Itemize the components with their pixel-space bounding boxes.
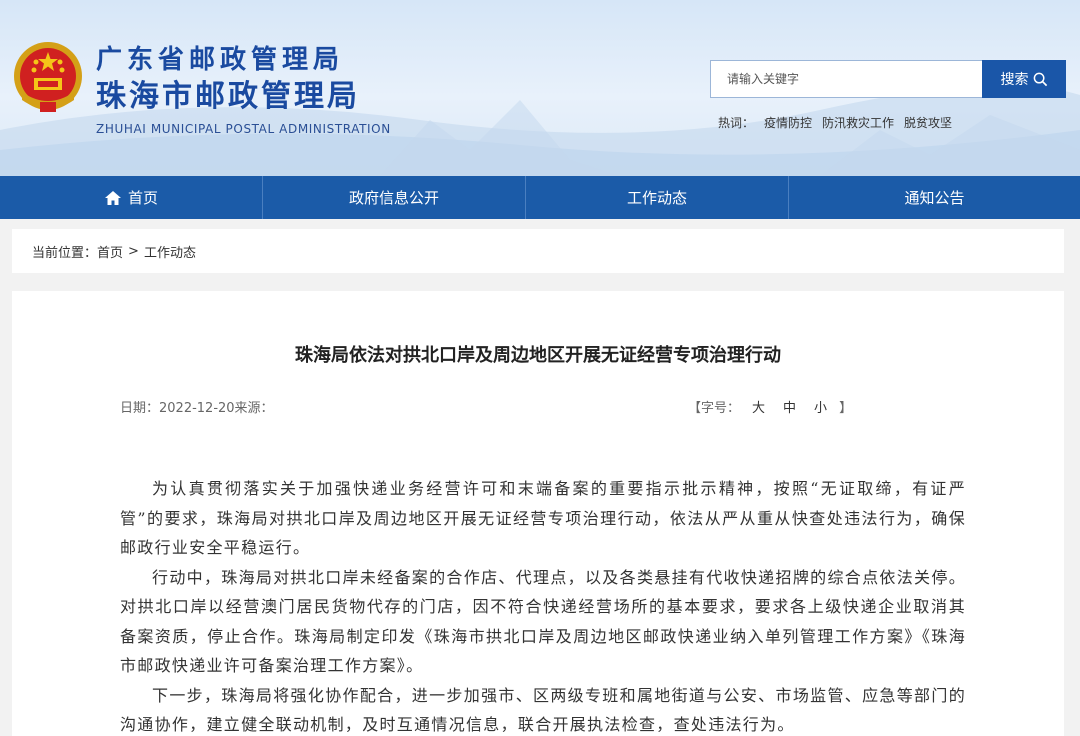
- font-size-small[interactable]: 小: [808, 397, 833, 416]
- article-paragraph: 下一步，珠海局将强化协作配合，进一步加强市、区两级专班和属地街道与公安、市场监管…: [120, 685, 966, 735]
- search-button[interactable]: 搜索: [982, 60, 1066, 98]
- breadcrumb-home-link[interactable]: 首页: [97, 242, 123, 261]
- site-header: 广东省邮政管理局 珠海市邮政管理局 ZHUHAI MUNICIPAL POSTA…: [0, 0, 1080, 176]
- font-size-large[interactable]: 大: [746, 397, 771, 416]
- article-panel: 珠海局依法对拱北口岸及周边地区开展无证经营专项治理行动 日期：2022-12-2…: [12, 291, 1064, 736]
- article-paragraph: 行动中，珠海局对拱北口岸未经备案的合作店、代理点，以及各类悬挂有代收快递招牌的综…: [120, 567, 966, 676]
- nav-item-gov-info[interactable]: 政府信息公开: [263, 176, 526, 219]
- hot-words: 热词： 疫情防控 防汛救灾工作 脱贫攻坚: [718, 114, 952, 131]
- font-size-medium[interactable]: 中: [777, 397, 802, 416]
- nav-item-label: 首页: [127, 189, 158, 207]
- breadcrumb-separator: >: [128, 243, 139, 259]
- nav-item-label: 政府信息公开: [348, 189, 439, 207]
- national-emblem-icon: [14, 42, 82, 112]
- nav-item-label: 工作动态: [626, 189, 687, 207]
- home-icon: [104, 190, 121, 205]
- title-english: ZHUHAI MUNICIPAL POSTAL ADMINISTRATION: [96, 122, 391, 136]
- font-size-close: 】: [839, 401, 853, 416]
- article-paragraph: 为认真贯彻落实关于加强快递业务经营许可和末端备案的重要指示批示精神，按照“无证取…: [120, 479, 966, 557]
- font-size-label: 【字号：: [688, 401, 741, 416]
- site-title: 广东省邮政管理局 珠海市邮政管理局 ZHUHAI MUNICIPAL POSTA…: [96, 44, 391, 136]
- font-size-switcher: 【字号： 大 中 小 】: [688, 397, 852, 416]
- title-zhuhai: 珠海市邮政管理局: [96, 79, 360, 114]
- nav-item-notices[interactable]: 通知公告: [789, 176, 1080, 219]
- search-button-label: 搜索: [1000, 72, 1029, 88]
- search-input[interactable]: [711, 61, 982, 97]
- title-guangdong: 广东省邮政管理局: [96, 45, 345, 75]
- breadcrumb: 当前位置： 首页 > 工作动态: [12, 229, 1064, 273]
- breadcrumb-label: 当前位置：: [32, 245, 98, 261]
- nav-item-home[interactable]: 首页: [0, 176, 263, 219]
- hot-word-link[interactable]: 脱贫攻坚: [904, 114, 952, 131]
- hot-word-link[interactable]: 疫情防控: [764, 114, 812, 131]
- search-icon: [1033, 72, 1047, 86]
- nav-item-label: 通知公告: [904, 189, 965, 207]
- breadcrumb-current-link[interactable]: 工作动态: [144, 242, 196, 261]
- main-nav: 首页 政府信息公开 工作动态 通知公告: [0, 176, 1080, 219]
- hot-word-link[interactable]: 防汛救灾工作: [822, 114, 894, 131]
- article-body: 为认真贯彻落实关于加强快递业务经营许可和末端备案的重要指示批示精神，按照“无证取…: [120, 474, 966, 736]
- search-box: [710, 60, 982, 98]
- hot-words-label: 热词：: [718, 116, 755, 130]
- article-meta: 日期：2022-12-20来源：: [120, 401, 274, 416]
- article-title: 珠海局依法对拱北口岸及周边地区开展无证经营专项治理行动: [295, 345, 781, 366]
- nav-item-work-news[interactable]: 工作动态: [526, 176, 789, 219]
